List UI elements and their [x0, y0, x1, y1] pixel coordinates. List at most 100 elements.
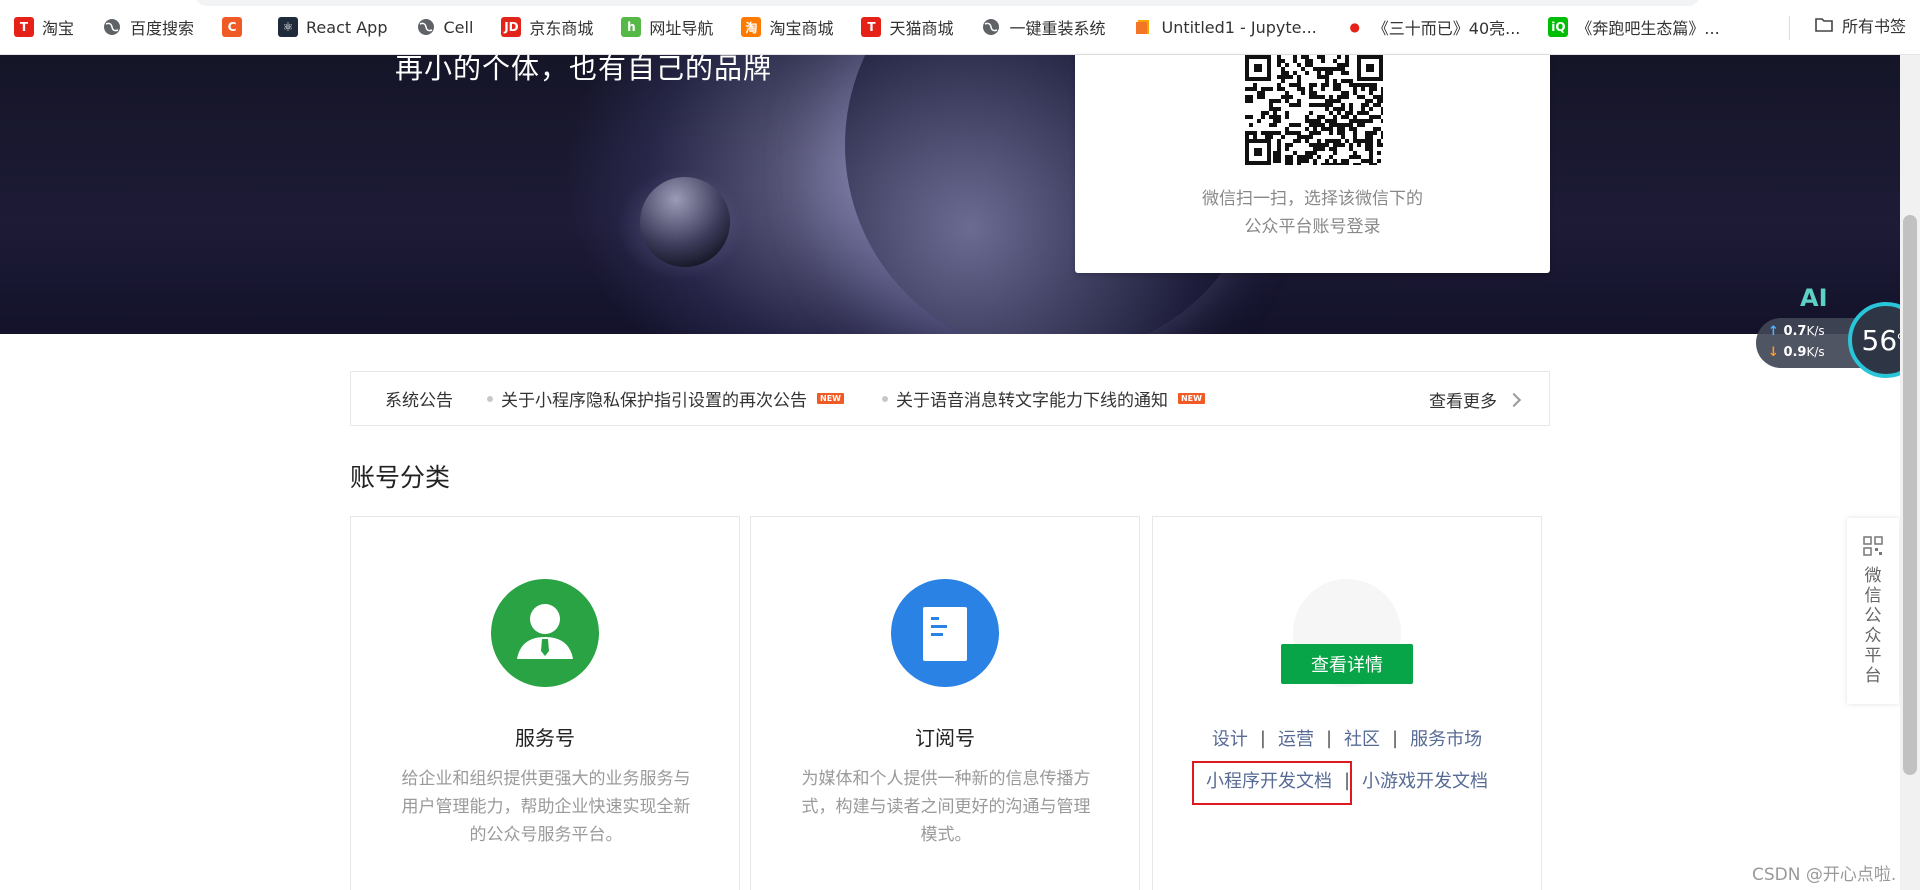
- upload-unit: K/s: [1806, 324, 1825, 338]
- csdn-watermark: CSDN @开心点啦.: [1752, 865, 1897, 885]
- bookmark-item[interactable]: C: [222, 12, 260, 42]
- notice-item-voice[interactable]: 关于语音消息转文字能力下线的通知 NEW: [881, 386, 1205, 411]
- hero-banner: 再小的个体，也有自己的品牌: [0, 55, 1900, 334]
- moon-illustration: [640, 177, 730, 267]
- upload-speed: ↑ 0.7K/s: [1768, 324, 1825, 339]
- globe-icon: [416, 17, 436, 37]
- bookmark-separator: [1789, 16, 1790, 40]
- qr-tip-line1: 微信扫一扫，选择该微信下的: [1202, 189, 1423, 209]
- qr-code-small-icon: [1863, 536, 1883, 556]
- address-bar-edge: [195, 0, 1700, 6]
- divider: |: [1259, 727, 1266, 749]
- bookmark-label: 《三十而已》40亮...: [1372, 19, 1521, 38]
- mini-links-row: 设计 | 运营 | 社区 | 服务市场: [1153, 725, 1541, 751]
- folder-icon: [1815, 18, 1833, 32]
- globe-icon: [102, 17, 122, 37]
- bookmark-item[interactable]: ⚛ React App: [278, 12, 397, 42]
- bullet-icon: [487, 395, 493, 402]
- notice-item-privacy[interactable]: 关于小程序隐私保护指引设置的再次公告 NEW: [487, 386, 844, 411]
- download-speed: ↓ 0.9K/s: [1768, 345, 1825, 360]
- upload-value: 0.7: [1783, 324, 1807, 339]
- subscription-account-icon: [891, 579, 999, 687]
- all-bookmarks-label: 所有书签: [1841, 17, 1906, 36]
- jupyter-icon: [1133, 17, 1153, 37]
- bookmark-label: Untitled1 - Jupyte...: [1161, 17, 1317, 37]
- divider: |: [1392, 727, 1399, 749]
- service-account-icon: [491, 579, 599, 687]
- network-speed-widget[interactable]: ↑ 0.7K/s ↓ 0.9K/s 56%: [1756, 302, 1920, 378]
- document-icon: [923, 607, 967, 661]
- service-account-card[interactable]: 服务号 给企业和组织提供更强大的业务服务与用户管理能力，帮助企业快速实现全新的公…: [350, 516, 740, 890]
- view-details-button[interactable]: 查看详情: [1281, 644, 1413, 684]
- operation-link[interactable]: 运营: [1278, 725, 1314, 751]
- card-title: 订阅号: [915, 726, 975, 750]
- bookmark-label: 百度搜索: [130, 19, 195, 38]
- upload-arrow-icon: ↑: [1768, 324, 1779, 339]
- mini-program-card[interactable]: 查看详情 设计 | 运营 | 社区 | 服务市场 小程序开发文档 | 小游戏开发…: [1152, 516, 1542, 890]
- bookmark-label: 《奔跑吧生态篇》...: [1576, 19, 1720, 38]
- scrollbar-thumb[interactable]: [1903, 215, 1917, 775]
- community-link[interactable]: 社区: [1344, 725, 1380, 751]
- bookmark-label: 天猫商城: [889, 19, 954, 38]
- jd-icon: JD: [501, 17, 522, 37]
- new-badge: NEW: [817, 393, 844, 404]
- bookmark-item[interactable]: 一键重装系统: [981, 12, 1115, 42]
- qr-tip-line2: 公众平台账号登录: [1244, 217, 1381, 237]
- bookmarks-bar: T 淘宝 百度搜索 C ⚛ React App Cell JD 京东商城 h 网址导航淘淘宝商城 T 天…: [0, 0, 1920, 55]
- bookmark-item[interactable]: h 网址导航: [621, 12, 723, 42]
- bookmark-item[interactable]: T 天猫商城: [861, 12, 963, 42]
- qr-code-icon[interactable]: [1245, 55, 1383, 165]
- memory-percent: 56: [1861, 323, 1898, 357]
- wechat-official-floating-panel[interactable]: 微信公众平台: [1847, 518, 1899, 704]
- user-icon: [517, 604, 573, 659]
- bookmark-label: 淘宝: [42, 19, 75, 38]
- bookmark-item[interactable]: Cell: [416, 12, 484, 42]
- download-value: 0.9: [1783, 345, 1807, 360]
- bookmark-item[interactable]: Untitled1 - Jupyte...: [1133, 12, 1326, 42]
- download-arrow-icon: ↓: [1768, 345, 1779, 360]
- new-badge: NEW: [1177, 393, 1205, 404]
- floating-panel-label: 微信公众平台: [1864, 566, 1882, 686]
- tmall-icon: T: [861, 17, 882, 37]
- bookmark-item[interactable]: ● 《三十而已》40亮...: [1345, 12, 1531, 42]
- iqiyi-icon: iQ: [1548, 17, 1569, 37]
- card-title: 服务号: [515, 726, 575, 750]
- bookmark-label: React App: [306, 17, 388, 37]
- react-icon: ⚛: [278, 17, 299, 37]
- bookmark-item[interactable]: JD 京东商城: [501, 12, 603, 42]
- bullet-icon: [881, 395, 888, 402]
- annotation-highlight-box: [1192, 761, 1352, 805]
- banner-slogan: 再小的个体，也有自己的品牌: [395, 55, 773, 85]
- bookmark-label: 京东商城: [529, 19, 594, 38]
- mini-game-docs-link[interactable]: 小游戏开发文档: [1362, 767, 1488, 793]
- qr-login-tip: 微信扫一扫，选择该微信下的 公众平台账号登录: [1075, 185, 1550, 241]
- notice-item-text[interactable]: 关于语音消息转文字能力下线的通知: [896, 386, 1168, 411]
- bookmark-label: 网址导航: [649, 19, 714, 38]
- bookmark-item[interactable]: 淘淘宝商城: [741, 12, 843, 42]
- globe-icon: [981, 17, 1001, 37]
- page-root: T 淘宝 百度搜索 C ⚛ React App Cell JD 京东商城 h 网址导航淘淘宝商城 T 天…: [0, 0, 1920, 890]
- page-scrollbar[interactable]: [1900, 55, 1920, 890]
- download-unit: K/s: [1806, 345, 1825, 359]
- subscription-account-card[interactable]: 订阅号 为媒体和个人提供一种新的信息传播方式，构建与读者之间更好的沟通与管理模式…: [750, 516, 1140, 890]
- bookmark-list: T 淘宝 百度搜索 C ⚛ React App Cell JD 京东商城 h 网址导航淘淘宝商城 T 天…: [14, 12, 1748, 42]
- design-link[interactable]: 设计: [1212, 725, 1248, 751]
- notice-item-text[interactable]: 关于小程序隐私保护指引设置的再次公告: [501, 386, 807, 411]
- bookmark-item[interactable]: T 淘宝: [14, 12, 84, 42]
- system-notice-bar: 系统公告 关于小程序隐私保护指引设置的再次公告 NEW 关于语音消息转文字能力下…: [350, 371, 1550, 426]
- service-market-link[interactable]: 服务市场: [1410, 725, 1482, 751]
- taobao-mall-icon: 淘: [741, 17, 762, 37]
- taobao-icon: T: [14, 17, 34, 37]
- bookmark-label: Cell: [443, 17, 474, 37]
- divider: |: [1325, 727, 1333, 749]
- bookmark-item[interactable]: 百度搜索: [102, 12, 204, 42]
- video-icon: ●: [1349, 20, 1360, 34]
- hao-icon: h: [621, 17, 642, 37]
- bookmark-item[interactable]: iQ 《奔跑吧生态篇》...: [1548, 12, 1729, 42]
- c-app-icon: C: [222, 17, 243, 37]
- card-description: 为媒体和个人提供一种新的信息传播方式，构建与读者之间更好的沟通与管理模式。: [801, 769, 1091, 845]
- bookmark-label: 一键重装系统: [1009, 19, 1106, 38]
- view-more-link[interactable]: 查看更多: [1429, 387, 1522, 412]
- all-bookmarks-button[interactable]: 所有书签: [1814, 13, 1906, 37]
- notice-title: 系统公告: [385, 391, 453, 411]
